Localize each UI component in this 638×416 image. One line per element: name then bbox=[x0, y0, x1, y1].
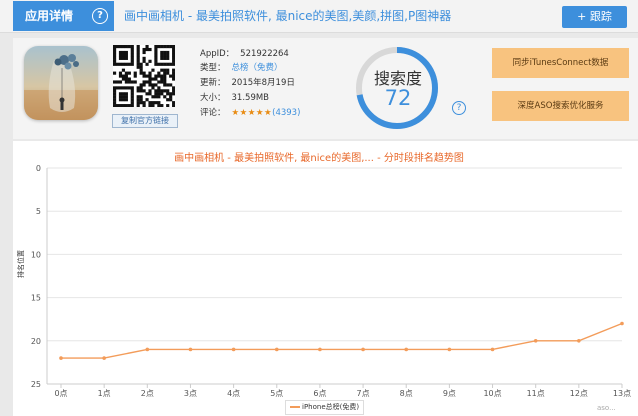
data-point bbox=[145, 347, 150, 352]
x-tick-label: 10点 bbox=[483, 389, 501, 398]
x-tick-label: 1点 bbox=[98, 389, 111, 398]
rank-trend-chart: 0 5 10 15 20 25 0点 1点 2点 3点 4点 5点 6点 7点 8点 9点 10点 11点 12点 1… bbox=[31, 164, 631, 398]
y-tick-label: 20 bbox=[31, 337, 41, 346]
data-point bbox=[274, 347, 279, 352]
x-tick-label: 12点 bbox=[570, 389, 588, 398]
legend-series-name: iPhone总榜(免费) bbox=[302, 403, 360, 411]
x-tick-label: 2点 bbox=[141, 389, 154, 398]
data-point bbox=[361, 347, 365, 352]
x-tick-label: 8点 bbox=[400, 389, 413, 398]
data-point bbox=[447, 347, 452, 352]
data-point bbox=[231, 347, 236, 352]
y-tick-label: 15 bbox=[31, 294, 41, 303]
y-tick-label: 25 bbox=[31, 380, 41, 389]
data-point bbox=[620, 321, 624, 326]
y-tick-label: 5 bbox=[36, 207, 41, 216]
y-tick-label: 10 bbox=[31, 250, 41, 259]
x-tick-label: 4点 bbox=[227, 389, 240, 398]
x-tick-label: 0点 bbox=[54, 389, 67, 398]
x-tick-label: 13点 bbox=[613, 389, 631, 398]
x-tick-label: 3点 bbox=[184, 389, 197, 398]
data-point bbox=[533, 339, 538, 343]
x-tick-label: 7点 bbox=[357, 389, 370, 398]
chart-legend[interactable]: iPhone总榜(免费) bbox=[285, 400, 365, 415]
y-tick-label: 0 bbox=[36, 164, 41, 173]
data-point bbox=[577, 339, 581, 343]
data-point bbox=[318, 347, 322, 352]
data-point bbox=[188, 347, 193, 352]
data-point bbox=[102, 356, 106, 360]
x-tick-label: 9点 bbox=[443, 389, 456, 398]
data-point bbox=[59, 356, 63, 360]
data-point bbox=[404, 347, 409, 352]
x-tick-label: 11点 bbox=[527, 389, 545, 398]
watermark: aso... bbox=[597, 404, 616, 412]
legend-swatch bbox=[290, 406, 300, 408]
x-tick-label: 5点 bbox=[270, 389, 283, 398]
x-tick-label: 6点 bbox=[313, 389, 326, 398]
data-point bbox=[490, 347, 495, 352]
